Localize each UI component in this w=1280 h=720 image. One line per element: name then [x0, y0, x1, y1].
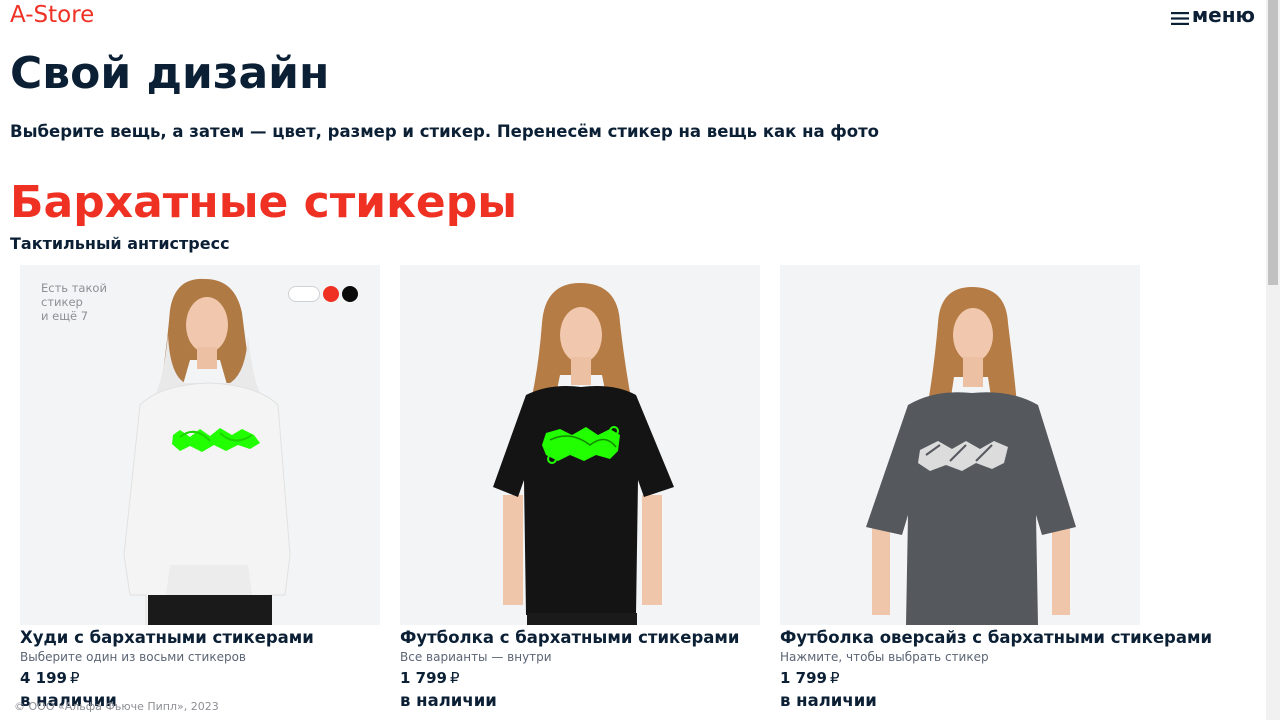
page-title: Свой дизайн — [10, 48, 330, 99]
color-swatches — [288, 286, 358, 302]
scrollbar-thumb[interactable] — [1268, 0, 1278, 285]
product-card-hoodie[interactable]: Есть такой стикер и ещё 7 Худи с бархатн… — [20, 265, 380, 712]
page: A-Store меню Свой дизайн Выберите вещь, … — [0, 0, 1280, 720]
section-subtitle: Тактильный антистресс — [10, 234, 230, 253]
page-scrollbar[interactable] — [1266, 0, 1280, 720]
color-swatch-black[interactable] — [342, 286, 358, 302]
price-value: 1 799 — [400, 669, 447, 687]
product-photo[interactable] — [780, 265, 1140, 625]
stock-status: в наличии — [780, 691, 877, 710]
product-price: 1 799 ₽ — [780, 668, 1140, 688]
product-name[interactable]: Худи с бархатными стикерами — [20, 627, 380, 649]
hamburger-icon — [1170, 10, 1189, 25]
product-photo[interactable]: Есть такой стикер и ещё 7 — [20, 265, 380, 625]
page-subtitle: Выберите вещь, а затем — цвет, размер и … — [10, 122, 879, 141]
product-name[interactable]: Футболка с бархатными стикерами — [400, 627, 760, 649]
price-value: 1 799 — [780, 669, 827, 687]
product-hint: Выберите один из восьми стикеров — [20, 650, 246, 664]
currency-sign: ₽ — [449, 669, 460, 687]
tshirt-model-image — [493, 283, 674, 625]
badge-line: и ещё 7 — [41, 309, 89, 323]
sticker-badge: Есть такой стикер и ещё 7 — [41, 281, 121, 323]
color-swatch-white[interactable] — [288, 286, 320, 302]
price-value: 4 199 — [20, 669, 67, 687]
store-logo[interactable]: A-Store — [10, 2, 94, 28]
stock-status: в наличии — [400, 691, 497, 710]
badge-line: Есть такой — [41, 281, 107, 295]
product-price: 1 799 ₽ — [400, 668, 760, 688]
menu-label: меню — [1191, 3, 1255, 27]
oversize-tshirt-model-image — [866, 287, 1076, 625]
menu-button[interactable]: меню — [1170, 3, 1255, 27]
section-title: Бархатные стикеры — [10, 177, 518, 228]
product-price: 4 199 ₽ — [20, 668, 380, 688]
product-card-oversize-tshirt[interactable]: Футболка оверсайз с бархатными стикерами… — [780, 265, 1212, 712]
currency-sign: ₽ — [829, 669, 840, 687]
badge-line: стикер — [41, 295, 83, 309]
product-hint: Нажмите, чтобы выбрать стикер — [780, 650, 989, 664]
product-hint: Все варианты — внутри — [400, 650, 552, 664]
product-photo[interactable] — [400, 265, 760, 625]
currency-sign: ₽ — [69, 669, 80, 687]
copyright-text: © ООО «Альфа Фьюче Пипл», 2023 — [14, 700, 219, 713]
product-card-tshirt[interactable]: Футболка с бархатными стикерами Все вари… — [400, 265, 760, 712]
product-name[interactable]: Футболка оверсайз с бархатными стикерами — [780, 627, 1212, 649]
color-swatch-red[interactable] — [323, 286, 339, 302]
